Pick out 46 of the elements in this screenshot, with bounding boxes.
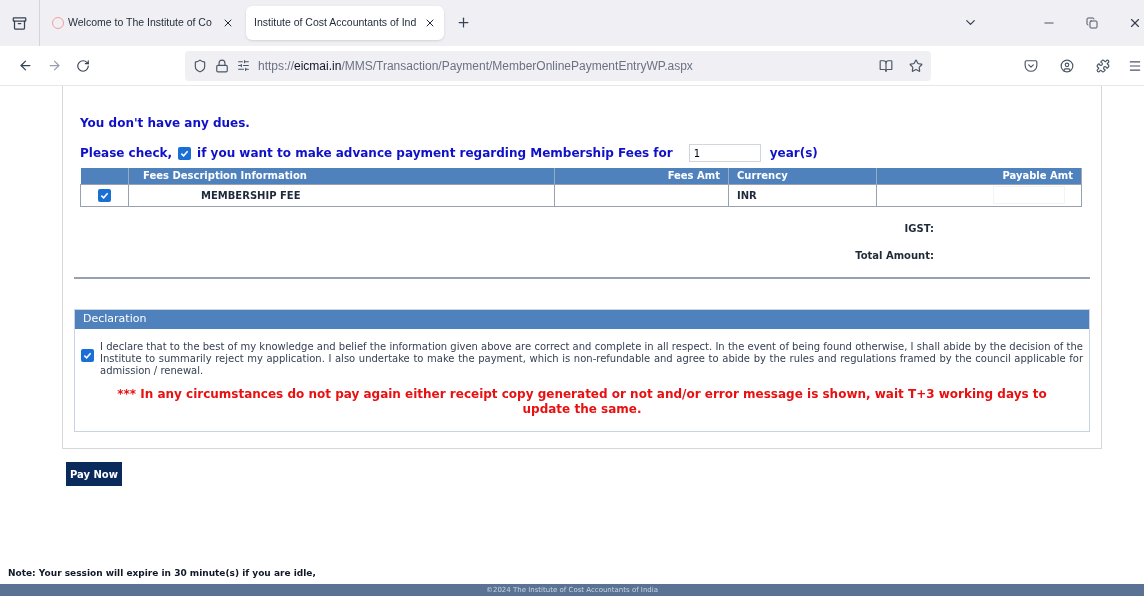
advance-label: if you want to make advance payment regarding Membership Fees for <box>197 145 673 162</box>
pay-now-button[interactable]: Pay Now <box>66 462 122 486</box>
extensions-icon[interactable] <box>1096 58 1110 73</box>
session-note: Note: Your session will expire in 30 minute(s) if you are idle, <box>8 566 317 580</box>
browser-tab[interactable]: Institute of Cost Accountants of Ind <box>246 6 444 40</box>
table-cell: MEMBERSHIP FEE <box>128 184 555 206</box>
menu-icon[interactable] <box>1128 58 1142 73</box>
close-tab-icon[interactable] <box>222 17 234 29</box>
address-bar[interactable]: https://eicmai.in/MMS/Transaction/Payment/MemberOnlinePaymentEntryWP.aspx <box>185 50 931 81</box>
years-field[interactable]: 1 <box>688 144 761 162</box>
new-tab-icon[interactable] <box>456 15 471 30</box>
reload-icon[interactable] <box>76 58 90 73</box>
account-icon[interactable] <box>1060 58 1074 73</box>
permissions-icon[interactable] <box>237 59 250 72</box>
tab-title: Institute of Cost Accountants of Ind <box>254 15 418 31</box>
restore-icon[interactable] <box>1086 17 1098 29</box>
warning-text: *** In any circumstances do not pay again either receipt copy generated or not and/or error message is shown, wait T+3 working days to update the same. <box>116 386 1048 417</box>
fee-checkbox[interactable] <box>98 189 111 202</box>
pocket-icon[interactable] <box>1024 58 1038 73</box>
column-header: Fees Description Information <box>128 168 555 184</box>
declaration-text: I declare that to the best of my knowledge and belief the information given above are correct and complete in all respect. In the event of being found otherwise, I shall abide by the decision of the Institute to summarily reject my application. I also undertake to make the payment, which is non-refundable and agree to abide by the rules and regulations framed by the council applicable for admission / renewal. <box>100 340 1083 377</box>
total-label: Total Amount: <box>855 248 934 263</box>
forward-icon[interactable] <box>47 58 62 73</box>
shield-icon[interactable] <box>193 58 207 73</box>
lock-icon[interactable] <box>215 58 229 73</box>
years-unit: year(s) <box>769 145 818 162</box>
close-window-icon[interactable] <box>1128 16 1142 30</box>
declaration-checkbox[interactable] <box>81 348 94 362</box>
total-label: IGST: <box>904 221 934 236</box>
tab-title: Welcome to The Institute of Co <box>68 15 213 31</box>
browser-tab[interactable]: Welcome to The Institute of Co <box>44 6 242 40</box>
dues-message: You don't have any dues. <box>80 115 251 132</box>
advance-checkbox[interactable] <box>178 146 192 160</box>
bookmark-star-icon[interactable] <box>909 58 923 73</box>
column-header: Fees Amt <box>554 168 729 184</box>
declaration-header: Declaration <box>75 309 1089 329</box>
close-tab-icon[interactable] <box>424 17 436 29</box>
reader-view-icon[interactable] <box>879 58 893 73</box>
back-icon[interactable] <box>18 58 33 73</box>
payable-amount-field[interactable] <box>993 186 1065 204</box>
table-cell: INR <box>728 184 877 206</box>
column-header: Currency <box>728 168 877 184</box>
tab-list-icon[interactable] <box>12 15 27 31</box>
url-text: https://eicmai.in/MMS/Transaction/Payment/MemberOnlinePaymentEntryWP.aspx <box>258 57 694 75</box>
column-header: Payable Amt <box>876 168 1082 184</box>
advance-label: Please check, <box>80 145 173 162</box>
